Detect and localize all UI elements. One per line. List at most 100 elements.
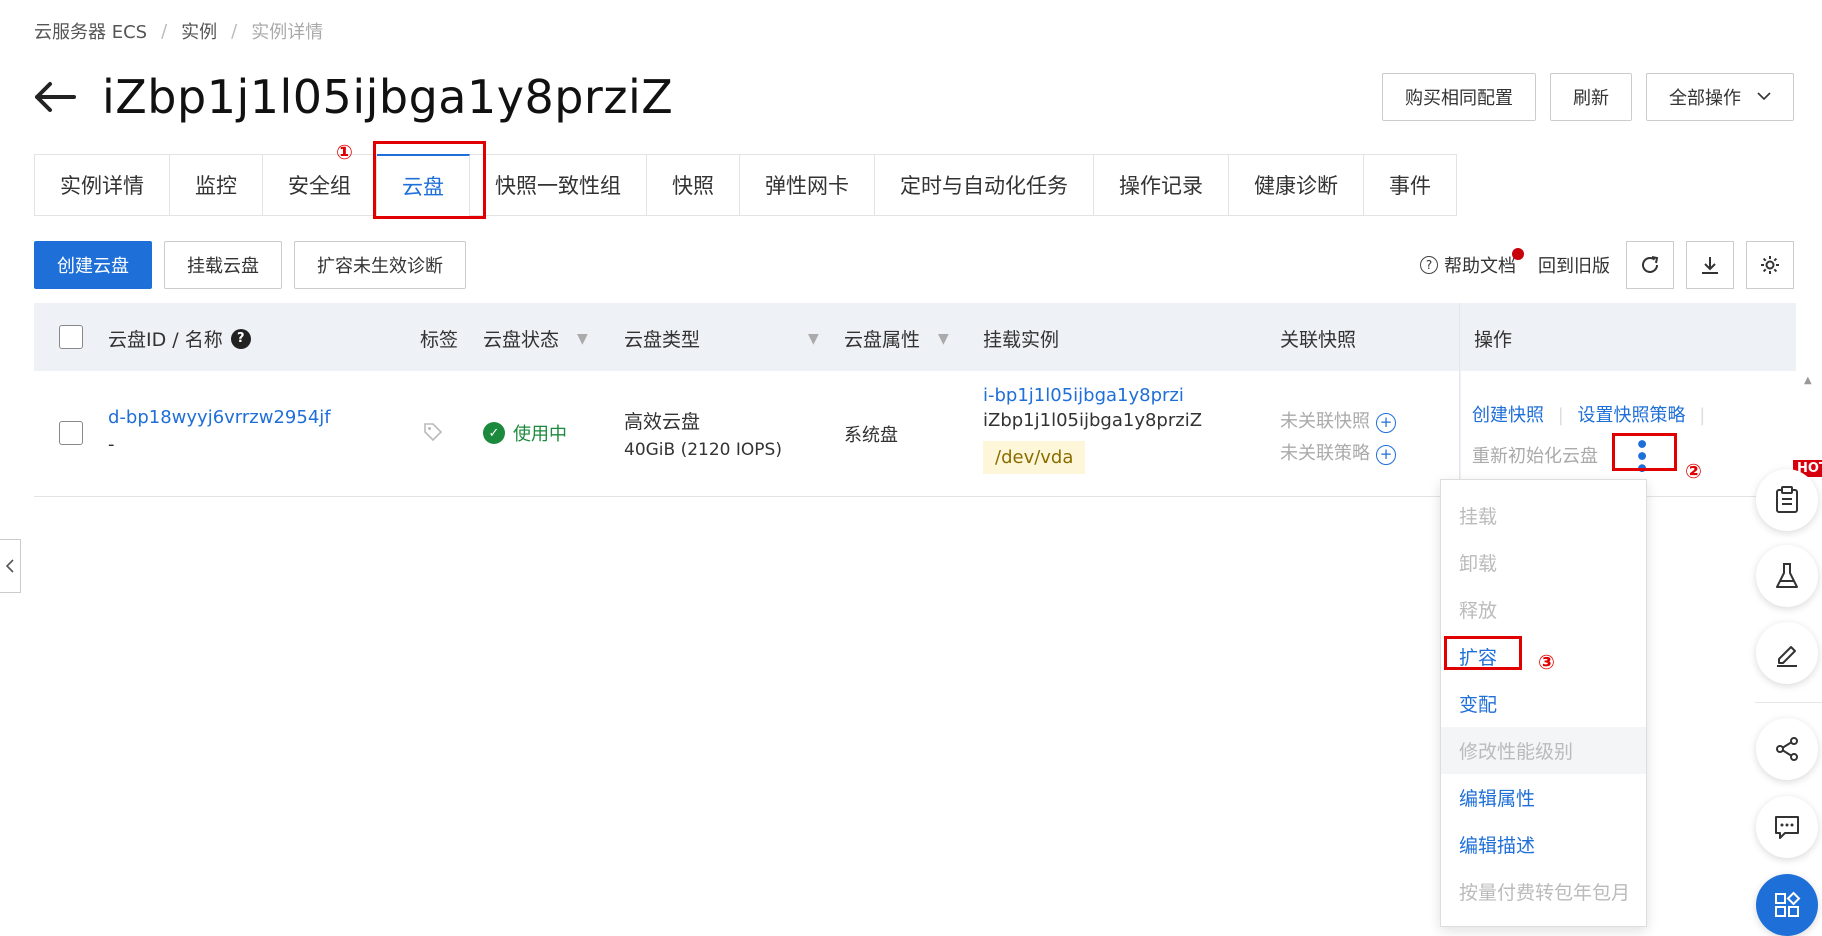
menu-item-release[interactable]: 释放	[1441, 586, 1646, 633]
buy-same-config-button[interactable]: 购买相同配置	[1382, 73, 1536, 121]
ops-column-shadow	[1459, 303, 1461, 497]
policy-label: 未关联策略	[1280, 443, 1370, 464]
gear-icon	[1761, 256, 1779, 274]
tab-snapshot-consistency-groups[interactable]: 快照一致性组	[470, 154, 647, 216]
row-checkbox[interactable]	[59, 421, 83, 445]
pencil-icon	[1777, 646, 1797, 667]
resize-diagnosis-button[interactable]: 扩容未生效诊断	[294, 241, 466, 289]
tab-scheduled-tasks[interactable]: 定时与自动化任务	[875, 154, 1094, 216]
header-attribute: 云盘属性	[844, 329, 921, 351]
settings-button[interactable]	[1746, 241, 1794, 289]
tab-snapshots[interactable]: 快照	[647, 154, 740, 216]
old-version-link[interactable]: 回到旧版	[1538, 252, 1610, 278]
scroll-up-icon[interactable]: ▲	[1804, 375, 1812, 386]
refresh-list-button[interactable]	[1626, 241, 1674, 289]
filter-icon[interactable]: ▼	[577, 331, 588, 347]
tab-security-groups[interactable]: 安全组	[263, 154, 377, 216]
disk-name: -	[108, 434, 115, 455]
page-title: iZbp1j1l05ijbga1y8prziZ	[102, 70, 674, 124]
breadcrumb-instances[interactable]: 实例	[181, 18, 217, 44]
header-snapshot: 关联快照	[1280, 329, 1357, 351]
tab-instance-details[interactable]: 实例详情	[34, 154, 170, 216]
status-in-use: ✓ 使用中	[483, 420, 567, 446]
attach-disk-button[interactable]: 挂载云盘	[164, 241, 282, 289]
annotation-box-1	[373, 141, 486, 219]
apps-button[interactable]	[1756, 874, 1818, 936]
tab-operation-logs[interactable]: 操作记录	[1094, 154, 1229, 216]
breadcrumb-ecs[interactable]: 云服务器 ECS	[34, 18, 147, 44]
menu-item-change-config[interactable]: 变配	[1441, 680, 1646, 727]
annotation-number-3: ③	[1538, 650, 1555, 674]
annotation-number-1: ①	[336, 140, 353, 164]
menu-item-detach[interactable]: 卸载	[1441, 539, 1646, 586]
tab-bar: 实例详情 监控 安全组 云盘 快照一致性组 快照 弹性网卡 定时与自动化任务 操…	[34, 154, 1457, 216]
title-row: iZbp1j1l05ijbga1y8prziZ	[34, 70, 673, 124]
snapshot-assoc: 未关联快照 +	[1280, 407, 1396, 433]
edit-button[interactable]	[1756, 622, 1818, 684]
toolbar-right: ? 帮助文档 回到旧版	[1420, 241, 1794, 289]
share-icon	[1776, 737, 1798, 761]
chevron-left-icon	[5, 559, 14, 573]
check-circle-icon: ✓	[483, 422, 505, 444]
share-button[interactable]	[1756, 718, 1818, 780]
download-icon	[1702, 257, 1718, 274]
create-snapshot-link[interactable]: 创建快照	[1472, 405, 1544, 426]
reinit-disk-link[interactable]: 重新初始化云盘	[1472, 442, 1598, 468]
menu-item-modify-performance[interactable]: 修改性能级别	[1441, 727, 1646, 774]
help-docs-label: 帮助文档	[1444, 256, 1516, 277]
flask-icon	[1776, 563, 1798, 588]
tab-health-diagnosis[interactable]: 健康诊断	[1229, 154, 1364, 216]
select-all-checkbox[interactable]	[59, 325, 83, 349]
help-docs-link[interactable]: ? 帮助文档	[1420, 248, 1524, 278]
apps-grid-icon	[1775, 891, 1801, 917]
menu-item-convert-billing[interactable]: 按量付费转包年包月	[1441, 868, 1646, 915]
download-button[interactable]	[1686, 241, 1734, 289]
all-operations-button[interactable]: 全部操作	[1646, 73, 1794, 121]
annotation-number-2: ②	[1685, 459, 1702, 483]
header-operations: 操作	[1474, 329, 1513, 351]
header-disk-id: 云盘ID / 名称	[108, 329, 223, 351]
breadcrumb-separator: /	[161, 20, 168, 42]
disk-type: 高效云盘	[624, 411, 701, 433]
disk-toolbar: 创建云盘 挂载云盘 扩容未生效诊断	[34, 241, 466, 289]
collapse-sidebar-button[interactable]	[0, 539, 21, 593]
divider: |	[1699, 405, 1706, 426]
refresh-icon	[1642, 256, 1659, 273]
filter-icon[interactable]: ▼	[808, 331, 819, 347]
table-header: 云盘ID / 名称 ? 标签 云盘状态 ▼ 云盘类型 ▼ 云盘属性 ▼ 挂载实例…	[34, 303, 1796, 371]
refresh-button[interactable]: 刷新	[1550, 73, 1632, 121]
clipboard-button[interactable]	[1756, 469, 1818, 531]
tab-elastic-nics[interactable]: 弹性网卡	[740, 154, 875, 216]
tab-events[interactable]: 事件	[1364, 154, 1457, 216]
status-label: 使用中	[513, 424, 567, 445]
instance-id-link[interactable]: i-bp1j1l05ijbga1y8przi	[983, 385, 1184, 406]
set-snapshot-policy-link[interactable]: 设置快照策略	[1578, 405, 1686, 426]
feedback-button[interactable]	[1756, 796, 1818, 858]
header-type: 云盘类型	[624, 329, 701, 351]
lab-button[interactable]	[1756, 545, 1818, 607]
plus-circle-icon[interactable]: +	[1376, 412, 1396, 433]
plus-circle-icon[interactable]: +	[1376, 444, 1396, 465]
menu-item-attach[interactable]: 挂载	[1441, 492, 1646, 539]
chevron-down-icon	[1757, 89, 1771, 105]
tag-icon[interactable]	[422, 421, 444, 448]
question-icon[interactable]: ?	[230, 328, 251, 349]
all-operations-label: 全部操作	[1669, 88, 1741, 109]
chat-icon	[1775, 816, 1799, 839]
question-circle-icon: ?	[1420, 256, 1438, 274]
disk-id-link[interactable]: d-bp18wyyj6vrrzw2954jf	[108, 407, 331, 428]
device-badge: /dev/vda	[983, 441, 1086, 474]
menu-item-edit-attributes[interactable]: 编辑属性	[1441, 774, 1646, 821]
disk-type-detail: 40GiB (2120 IOPS)	[624, 440, 782, 460]
header-tags: 标签	[420, 329, 459, 351]
ops-line-1: 创建快照 | 设置快照策略 |	[1472, 401, 1705, 427]
annotation-box-2	[1612, 433, 1677, 471]
tab-monitoring[interactable]: 监控	[170, 154, 263, 216]
clipboard-icon	[1776, 486, 1798, 513]
menu-item-edit-description[interactable]: 编辑描述	[1441, 821, 1646, 868]
create-disk-button[interactable]: 创建云盘	[34, 241, 152, 289]
filter-icon[interactable]: ▼	[938, 331, 949, 347]
snapshot-label: 未关联快照	[1280, 411, 1370, 432]
back-arrow-icon[interactable]	[34, 74, 76, 120]
policy-assoc: 未关联策略 +	[1280, 439, 1396, 465]
